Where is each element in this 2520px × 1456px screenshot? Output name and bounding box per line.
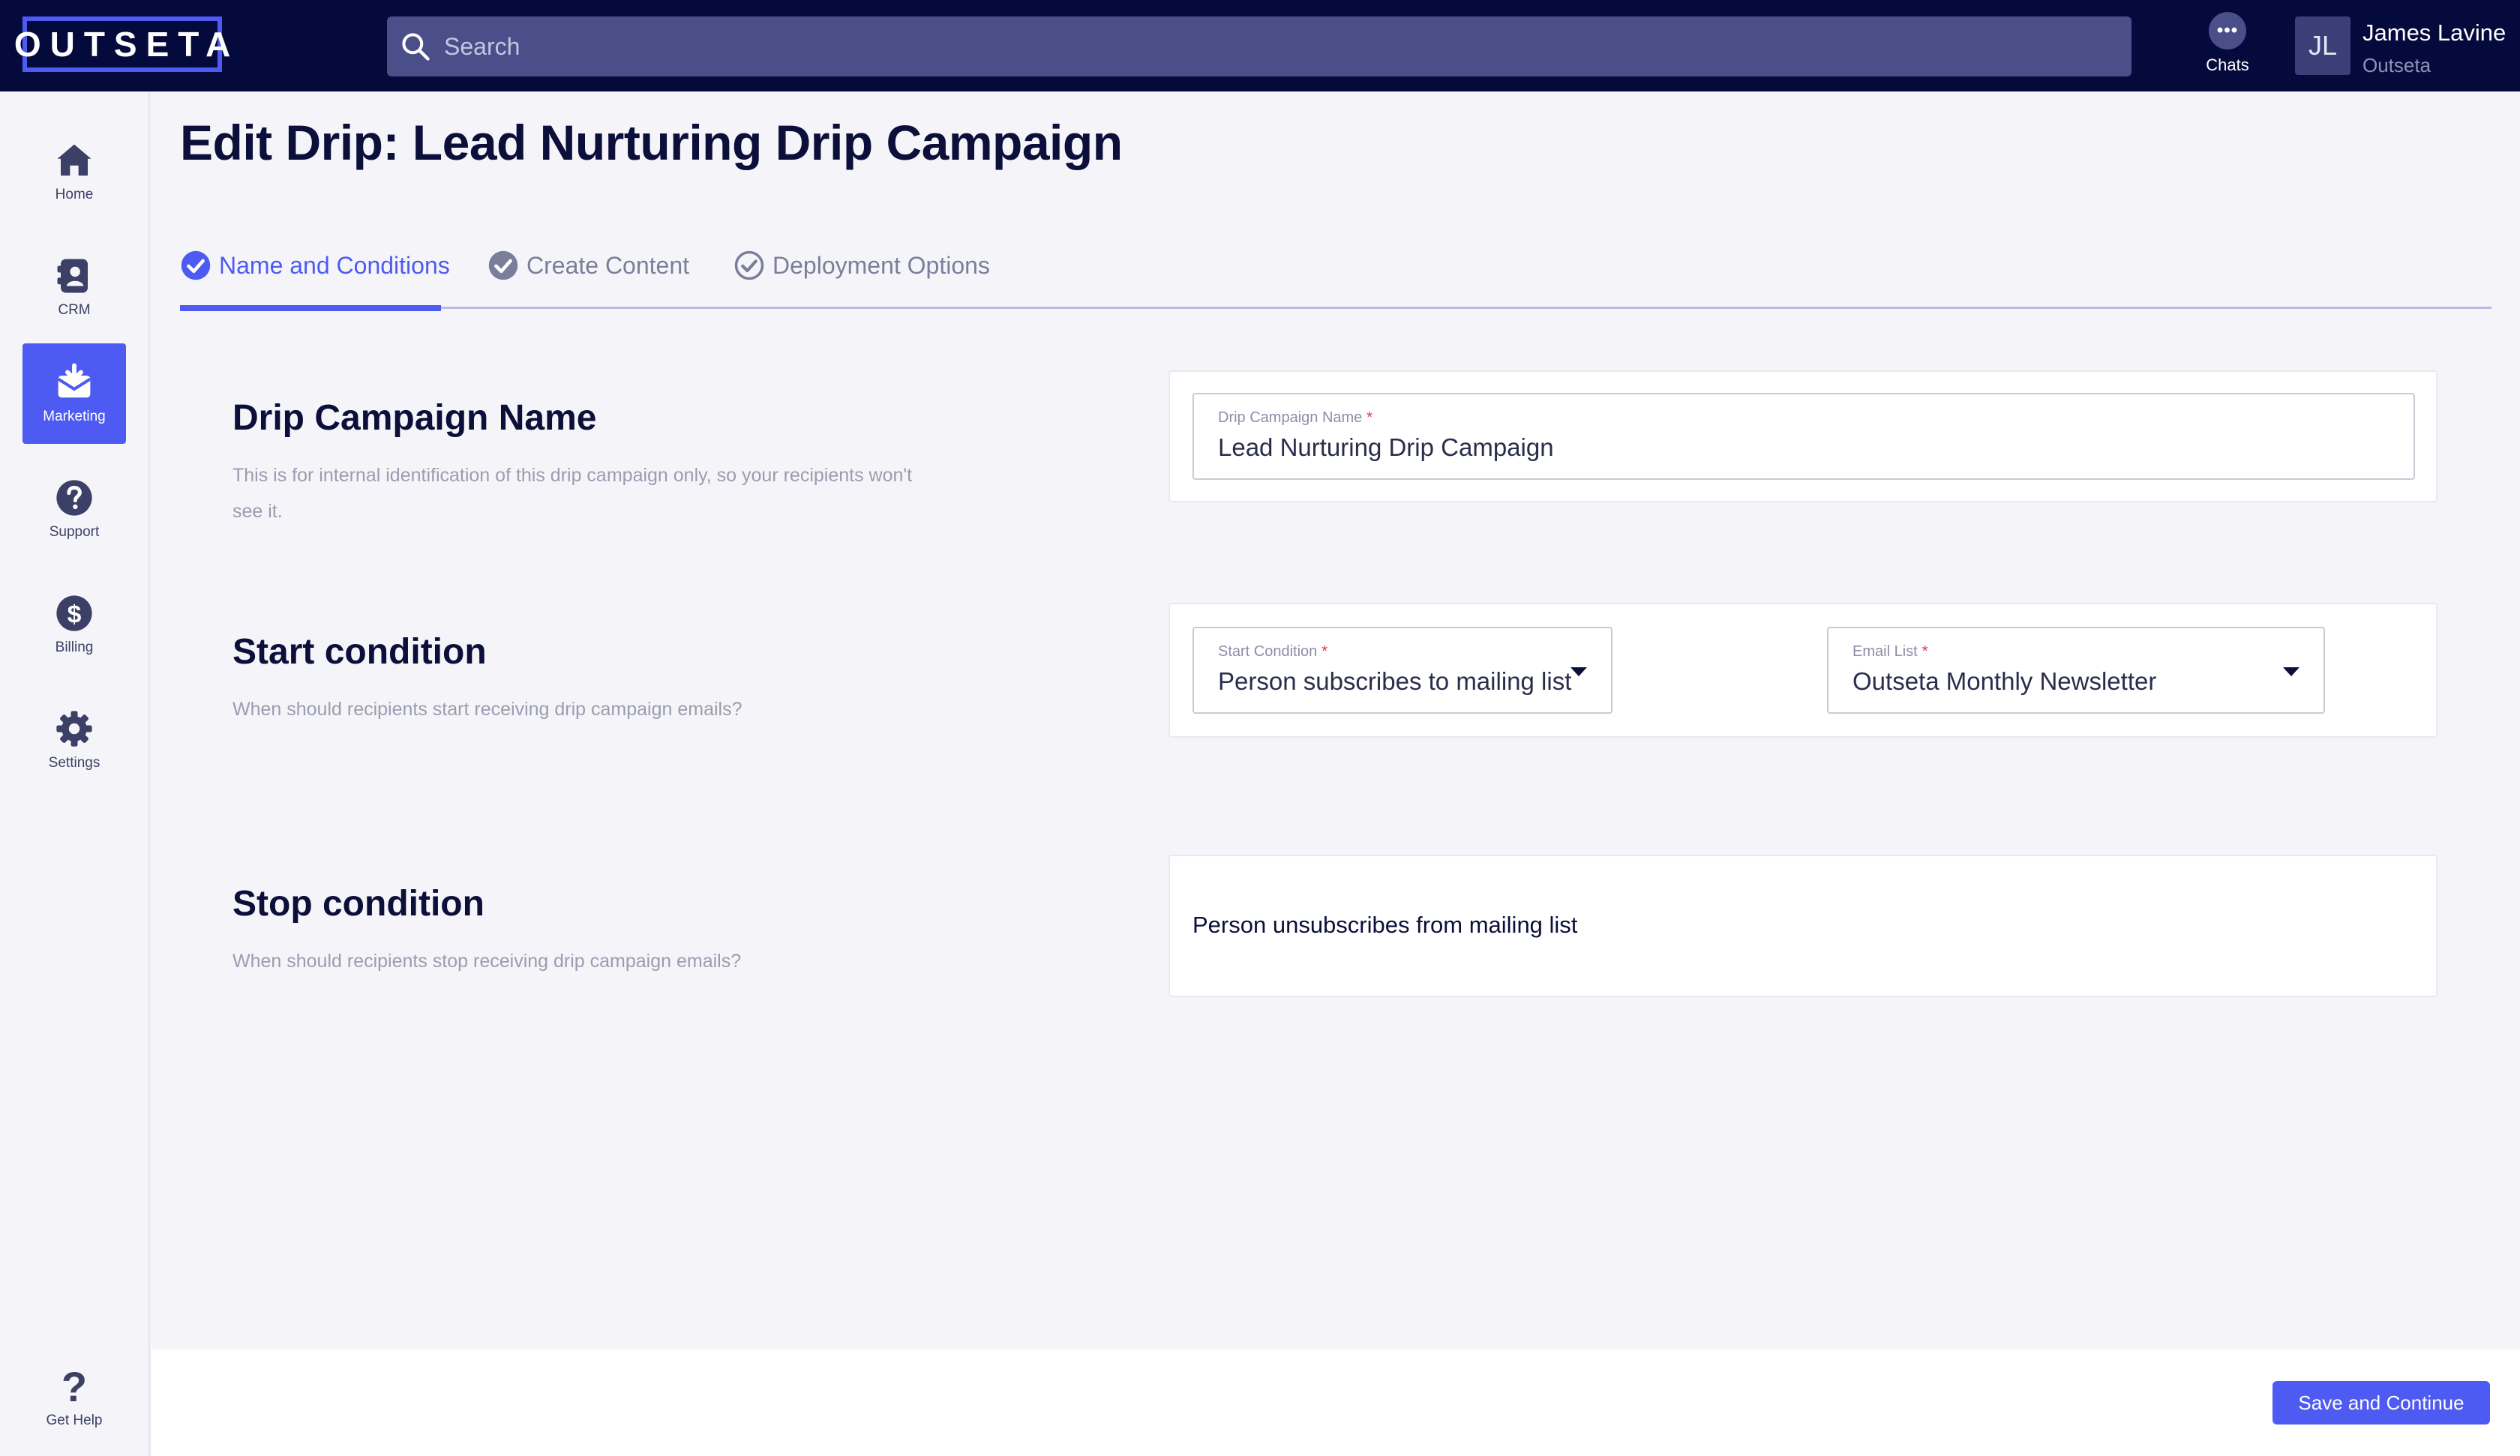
page-title: Edit Drip: Lead Nurturing Drip Campaign [180, 115, 1123, 170]
sidebar-item-label: CRM [58, 302, 91, 318]
campaign-name-card: Drip Campaign Name * Lead Nurturing Drip … [1168, 370, 2438, 502]
email-list-select[interactable]: Email List * Outseta Monthly Newsletter [1827, 627, 2325, 714]
check-circle-outline-icon [734, 250, 764, 280]
email-list-value: Outseta Monthly Newsletter [1852, 667, 2157, 695]
campaign-name-field[interactable]: Drip Campaign Name * Lead Nurturing Drip … [1192, 393, 2415, 480]
crm-icon [57, 259, 88, 293]
sidebar-item-label: Support [49, 524, 100, 540]
check-circle-icon [181, 250, 211, 280]
start-condition-value: Person subscribes to mailing list [1218, 667, 1572, 695]
field-label: Start Condition * [1218, 643, 1328, 660]
sidebar-item-crm[interactable]: CRM [22, 237, 126, 337]
save-and-continue-button[interactable]: Save and Continue [2272, 1381, 2490, 1425]
home-icon [57, 144, 92, 176]
campaign-name-value[interactable]: Lead Nurturing Drip Campaign [1218, 433, 1554, 462]
search-bar[interactable] [387, 16, 2132, 76]
active-tab-indicator [180, 305, 441, 311]
stop-condition-card: Person unsubscribes from mailing list [1168, 855, 2438, 997]
sidebar-item-home[interactable]: Home [22, 121, 126, 222]
section-title-start: Start condition [232, 632, 487, 672]
question-mark-icon: ? [61, 1363, 88, 1410]
chat-bubble-icon: ••• [2209, 12, 2246, 49]
gear-icon [56, 711, 92, 747]
chats-button[interactable]: ••• Chats [2199, 12, 2256, 79]
support-icon [56, 480, 92, 516]
sidebar-item-label: Home [55, 187, 94, 202]
field-label: Drip Campaign Name * [1218, 409, 1373, 426]
tab-create-content[interactable]: Create Content [488, 235, 689, 295]
logo-text: OUTSETA [14, 25, 240, 64]
section-title-name: Drip Campaign Name [232, 398, 597, 438]
search-input[interactable] [444, 32, 2094, 61]
chevron-down-icon [1570, 667, 1587, 676]
get-help-button[interactable]: ? Get Help [22, 1366, 126, 1441]
start-condition-card: Start Condition * Person subscribes to ma… [1168, 603, 2438, 738]
sidebar-item-label: Marketing [43, 409, 106, 424]
tab-label: Name and Conditions [219, 251, 450, 279]
chevron-down-icon [2283, 667, 2300, 676]
section-desc-start: When should recipients start receiving d… [232, 699, 742, 720]
sidebar-item-marketing[interactable]: Marketing [22, 343, 126, 444]
sidebar-item-support[interactable]: Support [22, 459, 126, 559]
sidebar: Home CRM Marketing Support $ Billing Set… [0, 91, 150, 1456]
marketing-icon [57, 363, 92, 398]
search-icon [402, 33, 430, 61]
user-org: Outseta [2362, 54, 2432, 76]
tab-label: Create Content [526, 251, 690, 279]
check-circle-icon [488, 250, 518, 280]
footer-bar [152, 1350, 2520, 1456]
svg-text:$: $ [68, 600, 82, 628]
section-desc-stop: When should recipients stop receiving dr… [232, 951, 742, 972]
sidebar-item-settings[interactable]: Settings [22, 690, 126, 790]
chats-label: Chats [2206, 55, 2249, 74]
get-help-label: Get Help [46, 1413, 103, 1428]
step-tabs: Name and Conditions Create Content Deplo… [180, 222, 2492, 311]
start-condition-select[interactable]: Start Condition * Person subscribes to ma… [1192, 627, 1612, 714]
tab-deployment-options[interactable]: Deployment Options [734, 235, 990, 295]
billing-icon: $ [56, 595, 92, 631]
tab-name-and-conditions[interactable]: Name and Conditions [180, 235, 450, 295]
stop-condition-value: Person unsubscribes from mailing list [1192, 912, 1578, 938]
top-bar: OUTSETA ••• Chats JL James Lavine Outset… [0, 0, 2520, 91]
user-name[interactable]: James Lavine [2362, 19, 2506, 46]
tab-label: Deployment Options [772, 251, 990, 279]
section-desc-name: This is for internal identification of t… [232, 465, 913, 522]
avatar[interactable]: JL [2295, 16, 2350, 75]
section-title-stop: Stop condition [232, 884, 484, 924]
sidebar-item-billing[interactable]: $ Billing [22, 574, 126, 675]
sidebar-item-label: Settings [48, 755, 100, 771]
field-label: Email List * [1852, 643, 1928, 660]
outseta-logo[interactable]: OUTSETA [14, 16, 230, 72]
sidebar-item-label: Billing [55, 640, 94, 655]
